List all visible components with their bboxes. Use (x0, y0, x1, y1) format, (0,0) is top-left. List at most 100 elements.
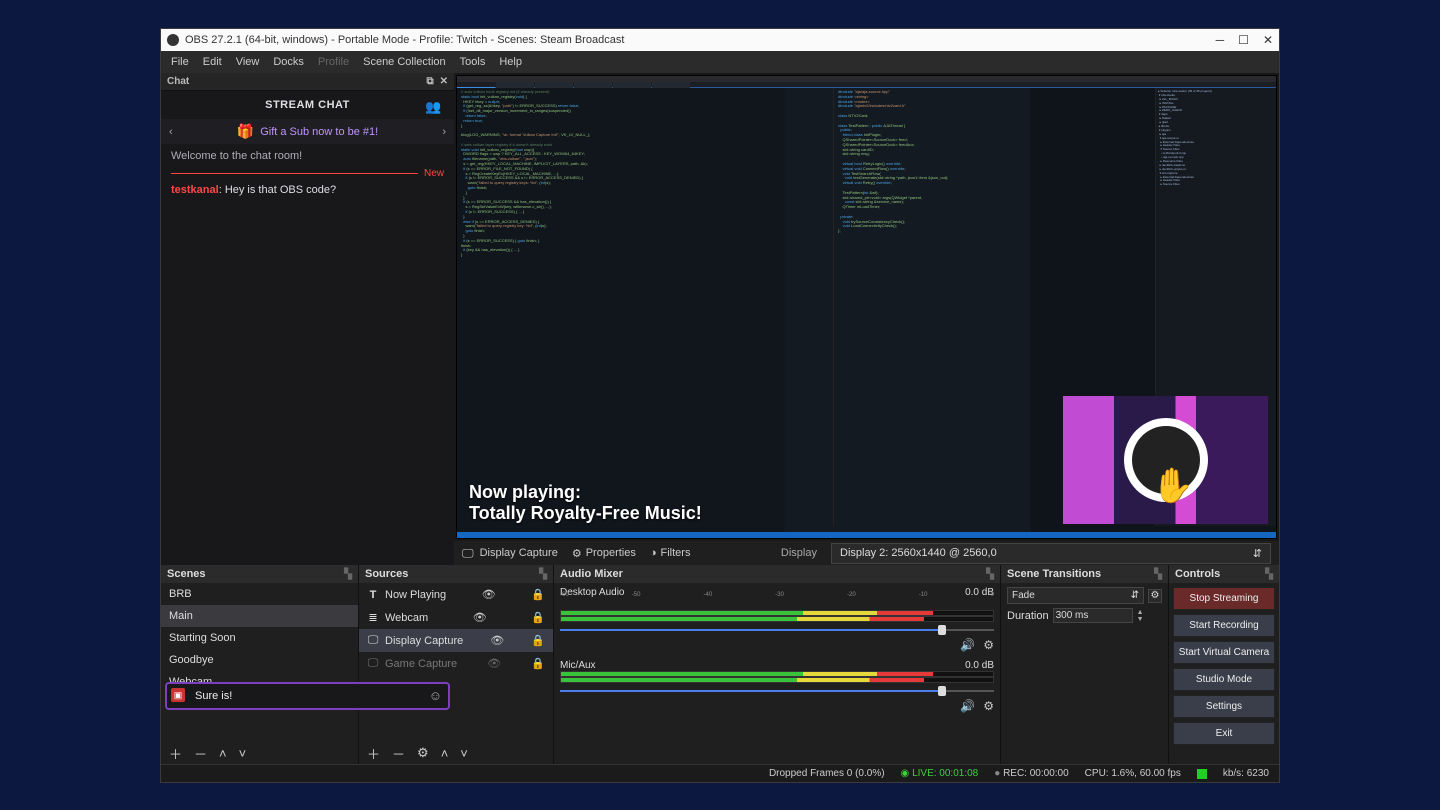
transitions-title: Scene Transitions (1007, 568, 1101, 580)
window-title: OBS 27.2.1 (64-bit, windows) - Portable … (185, 34, 624, 46)
controls-panel: Controls▚ Stop Streaming Start Recording… (1169, 565, 1279, 764)
chat-username[interactable]: testkanal (171, 184, 219, 196)
lock-toggle[interactable]: 🔒 (531, 588, 545, 601)
filters-icon: ◑ (650, 547, 657, 559)
audio-track-desktop: Desktop Audio0.0 dB -60-50-40-30-20-100 … (560, 587, 994, 652)
scene-up-button[interactable]: ˄ (219, 746, 227, 761)
duration-up-icon[interactable]: ▲ (1137, 609, 1144, 616)
display-dropdown[interactable]: Display 2: 2560x1440 @ 2560,0⇵ (831, 543, 1271, 564)
scene-remove-button[interactable]: － (194, 744, 207, 763)
menu-help[interactable]: Help (499, 56, 522, 68)
start-virtual-camera-button[interactable]: Start Virtual Camera (1173, 641, 1275, 664)
dock-popout-icon[interactable]: ⧉ (426, 76, 433, 87)
audio-mixer-panel: Audio Mixer▚ Desktop Audio0.0 dB -60-50-… (554, 565, 1001, 764)
panel-handle-icon[interactable]: ▚ (1265, 569, 1273, 580)
bitrate: kb/s: 6230 (1223, 768, 1269, 779)
source-remove-button[interactable]: － (392, 744, 405, 763)
scenes-title: Scenes (167, 568, 206, 580)
emote-picker-icon[interactable]: ☺ (429, 688, 442, 703)
community-icon[interactable]: 👥 (425, 99, 442, 115)
maximize-button[interactable]: ☐ (1238, 33, 1249, 47)
menu-tools[interactable]: Tools (460, 56, 486, 68)
scene-down-button[interactable]: ˅ (239, 746, 247, 761)
visibility-toggle[interactable]: 👁 (473, 611, 487, 624)
source-properties-button[interactable]: ⚙ (417, 745, 429, 761)
gift-next-icon[interactable]: › (442, 126, 446, 138)
studio-mode-button[interactable]: Studio Mode (1173, 668, 1275, 691)
thinking-hand-icon: ✋ (1152, 466, 1194, 506)
selected-source-label: Display Capture (480, 547, 558, 559)
minimize-button[interactable]: ─ (1216, 33, 1225, 47)
chat-dock-title: Chat (167, 76, 189, 87)
sources-list: T Now Playing 👁 🔒 ≣ Webcam 👁 🔒 � (359, 583, 553, 742)
obs-avatar-icon: ✋ (1124, 418, 1208, 502)
group-source-icon: ≣ (367, 611, 379, 624)
text-source-icon: T (367, 589, 379, 601)
panel-handle-icon[interactable]: ▚ (1154, 569, 1162, 580)
transition-dropdown[interactable]: Fade⇵ (1007, 587, 1144, 604)
menu-view[interactable]: View (236, 56, 260, 68)
stop-streaming-button[interactable]: Stop Streaming (1173, 587, 1275, 610)
gift-prev-icon[interactable]: ‹ (169, 126, 173, 138)
chat-message-text: : Hey is that OBS code? (219, 184, 336, 196)
transition-settings-button[interactable]: ⚙ (1148, 589, 1162, 603)
sources-panel: Sources▚ T Now Playing 👁 🔒 ≣ Webcam 👁 (359, 565, 554, 764)
menu-profile[interactable]: Profile (318, 56, 349, 68)
dropped-frames: Dropped Frames 0 (0.0%) (769, 768, 885, 779)
visibility-toggle[interactable]: 👁 (490, 634, 504, 647)
panel-handle-icon[interactable]: ▚ (986, 569, 994, 580)
visibility-toggle[interactable]: 👁 (482, 588, 496, 601)
source-down-button[interactable]: ˅ (460, 746, 468, 761)
audio-track-mic: Mic/Aux0.0 dB 🔊⚙ (560, 660, 994, 713)
source-item-webcam[interactable]: ≣ Webcam 👁 🔒 (359, 606, 553, 629)
filters-button[interactable]: ◑Filters (650, 547, 691, 559)
volume-slider[interactable] (560, 624, 994, 636)
duration-down-icon[interactable]: ▼ (1137, 616, 1144, 623)
display-source-icon: 🖵 (367, 657, 379, 670)
exit-button[interactable]: Exit (1173, 722, 1275, 745)
source-item-now-playing[interactable]: T Now Playing 👁 🔒 (359, 583, 553, 606)
scene-add-button[interactable]: ＋ (169, 744, 182, 763)
volume-slider[interactable] (560, 685, 994, 697)
menu-docks[interactable]: Docks (273, 56, 304, 68)
source-add-button[interactable]: ＋ (367, 744, 380, 763)
gear-icon: ⚙ (572, 547, 582, 560)
track-name: Mic/Aux (560, 660, 596, 671)
menu-edit[interactable]: Edit (203, 56, 222, 68)
dock-close-icon[interactable]: ✕ (440, 76, 448, 87)
gift-banner-text[interactable]: Gift a Sub now to be #1! (260, 126, 378, 138)
source-up-button[interactable]: ˄ (441, 746, 449, 761)
track-settings-icon[interactable]: ⚙ (983, 638, 994, 652)
display-label: Display (781, 547, 817, 559)
new-divider-line (171, 173, 418, 174)
chat-identity-badge[interactable]: ▣ (171, 688, 185, 702)
properties-button[interactable]: ⚙Properties (572, 547, 636, 560)
duration-input[interactable] (1053, 608, 1133, 623)
mute-button[interactable]: 🔊 (960, 638, 975, 652)
mute-button[interactable]: 🔊 (960, 699, 975, 713)
visibility-toggle[interactable]: 👁 (487, 657, 501, 670)
chevron-updown-icon: ⇵ (1253, 547, 1262, 560)
menu-file[interactable]: File (171, 56, 189, 68)
obs-logo-icon (167, 34, 179, 46)
menubar: File Edit View Docks Profile Scene Colle… (161, 51, 1279, 73)
start-recording-button[interactable]: Start Recording (1173, 614, 1275, 637)
track-settings-icon[interactable]: ⚙ (983, 699, 994, 713)
display-source-icon: 🖵 (367, 634, 379, 647)
preview-area[interactable]: // auto vulkan hook registry init (if al… (456, 75, 1277, 539)
source-item-display-capture[interactable]: 🖵 Display Capture 👁 🔒 (359, 629, 553, 652)
live-time: LIVE: 00:01:08 (912, 768, 978, 779)
sources-title: Sources (365, 568, 408, 580)
audio-meter (560, 616, 994, 622)
lock-toggle[interactable]: 🔒 (531, 657, 545, 670)
menu-scene-collection[interactable]: Scene Collection (363, 56, 446, 68)
chat-input[interactable] (165, 682, 450, 710)
panel-handle-icon[interactable]: ▚ (539, 569, 547, 580)
close-button[interactable]: ✕ (1263, 33, 1273, 47)
lock-toggle[interactable]: 🔒 (531, 611, 545, 624)
source-item-game-capture[interactable]: 🖵 Game Capture 👁 🔒 (359, 652, 553, 675)
lock-toggle[interactable]: 🔒 (531, 634, 545, 647)
chat-message[interactable]: testkanal: Hey is that OBS code? (161, 179, 454, 202)
cpu-fps: CPU: 1.6%, 60.00 fps (1085, 768, 1181, 779)
settings-button[interactable]: Settings (1173, 695, 1275, 718)
